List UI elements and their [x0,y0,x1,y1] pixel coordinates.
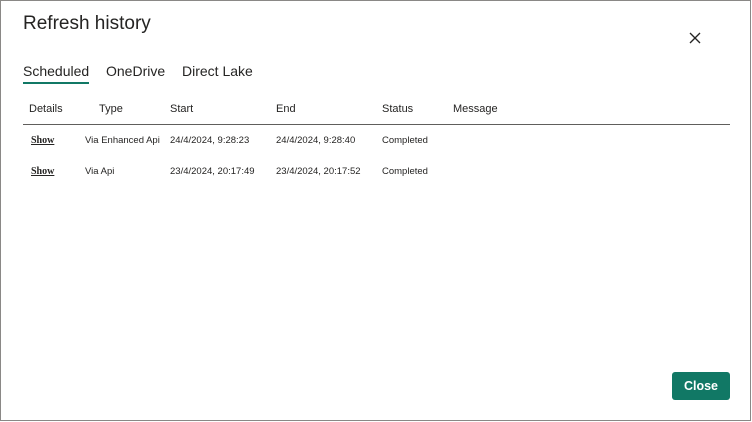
column-header-details: Details [29,103,63,115]
cell-start: 23/4/2024, 20:17:49 [170,166,255,177]
tab-scheduled[interactable]: Scheduled [23,63,90,84]
table-row: Show Via Api 23/4/2024, 20:17:49 23/4/20… [23,156,730,187]
close-button[interactable]: Close [672,372,730,400]
cell-start: 24/4/2024, 9:28:23 [170,135,250,146]
refresh-history-dialog: Refresh history Scheduled OneDrive Direc… [0,0,751,421]
dialog-title: Refresh history [23,13,151,34]
refresh-history-table: Details Type Start End Status Message Sh… [23,99,730,187]
tab-onedrive[interactable]: OneDrive [106,63,165,82]
table-row: Show Via Enhanced Api 24/4/2024, 9:28:23… [23,125,730,156]
cell-end: 24/4/2024, 9:28:40 [276,135,356,146]
cell-end: 23/4/2024, 20:17:52 [276,166,361,177]
column-header-end: End [276,103,296,115]
show-details-link[interactable]: Show [31,166,54,177]
close-icon[interactable] [684,27,706,49]
column-header-message: Message [453,103,498,115]
show-details-link[interactable]: Show [31,135,54,146]
cell-status: Completed [382,135,428,146]
column-header-type: Type [99,103,123,115]
cell-status: Completed [382,166,428,177]
column-header-status: Status [382,103,414,115]
tab-direct-lake[interactable]: Direct Lake [182,63,253,82]
column-header-start: Start [170,103,194,115]
cell-type: Via Enhanced Api [85,135,160,146]
cell-type: Via Api [85,166,115,177]
table-header: Details Type Start End Status Message [23,99,730,125]
